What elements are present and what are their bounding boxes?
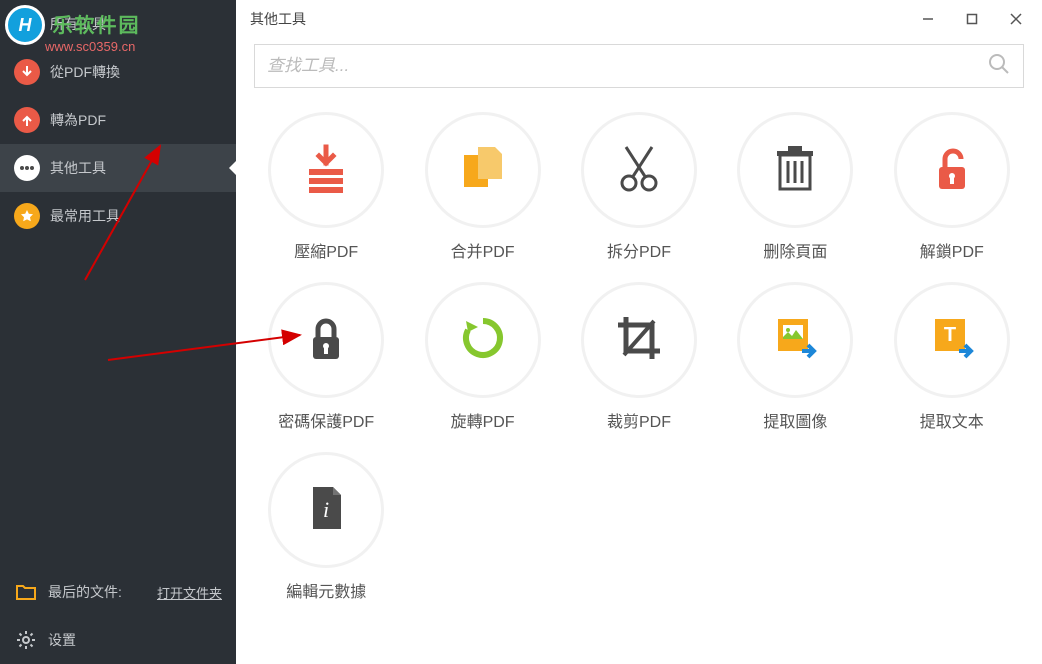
sidebar: H 乐软件园 www.sc0359.cn 所有工具 從PDF轉換 轉為PDF — [0, 0, 236, 664]
scissors-icon — [612, 141, 666, 200]
tool-label: 旋轉PDF — [451, 408, 515, 432]
tool-label: 裁剪PDF — [607, 408, 671, 432]
merge-icon — [456, 141, 510, 200]
sidebar-item-label: 從PDF轉換 — [50, 62, 120, 82]
tool-label: 合并PDF — [451, 238, 515, 262]
tool-label: 解鎖PDF — [920, 238, 984, 262]
open-folder-link[interactable]: 打开文件夹 — [157, 583, 222, 602]
tool-edit-metadata[interactable]: i 編輯元數據 — [248, 446, 404, 616]
sidebar-item-from-pdf[interactable]: 從PDF轉換 — [0, 48, 236, 96]
tool-rotate-pdf[interactable]: 旋轉PDF — [404, 276, 560, 446]
folder-icon — [14, 580, 38, 604]
close-button[interactable] — [994, 0, 1038, 38]
sidebar-item-to-pdf[interactable]: 轉為PDF — [0, 96, 236, 144]
sidebar-item-label: 所有工具 — [50, 14, 106, 34]
sidebar-item-other-tools[interactable]: 其他工具 — [0, 144, 236, 192]
compress-icon — [299, 141, 353, 200]
search-icon[interactable] — [987, 52, 1011, 81]
search-input[interactable] — [267, 56, 987, 76]
lock-icon — [299, 311, 353, 370]
search-box[interactable] — [254, 44, 1024, 88]
titlebar: 其他工具 — [236, 0, 1042, 38]
sidebar-item-label: 最常用工具 — [50, 206, 120, 226]
tool-label: 提取圖像 — [763, 408, 827, 432]
tool-extract-text[interactable]: T 提取文本 — [874, 276, 1030, 446]
gear-icon — [14, 628, 38, 652]
tool-unlock-pdf[interactable]: 解鎖PDF — [874, 106, 1030, 276]
tool-delete-pages[interactable]: 删除頁面 — [717, 106, 873, 276]
sidebar-last-files[interactable]: 最后的文件: 打开文件夹 — [0, 568, 236, 616]
trash-icon — [768, 141, 822, 200]
svg-text:T: T — [944, 324, 956, 346]
grid-icon — [14, 11, 40, 37]
last-files-label: 最后的文件: — [48, 582, 122, 602]
sidebar-settings[interactable]: 设置 — [0, 616, 236, 664]
ellipsis-icon — [14, 155, 40, 181]
tool-label: 拆分PDF — [607, 238, 671, 262]
rotate-icon — [456, 311, 510, 370]
star-icon — [14, 203, 40, 229]
metadata-icon: i — [299, 481, 353, 540]
tool-crop-pdf[interactable]: 裁剪PDF — [561, 276, 717, 446]
tool-label: 壓縮PDF — [294, 238, 358, 262]
crop-icon — [612, 311, 666, 370]
extract-text-icon: T — [925, 311, 979, 370]
svg-text:i: i — [323, 497, 329, 522]
maximize-button[interactable] — [950, 0, 994, 38]
page-title: 其他工具 — [250, 9, 306, 29]
sidebar-item-all-tools[interactable]: 所有工具 — [0, 0, 236, 48]
tool-extract-images[interactable]: 提取圖像 — [717, 276, 873, 446]
tool-compress-pdf[interactable]: 壓縮PDF — [248, 106, 404, 276]
tool-protect-pdf[interactable]: 密碼保護PDF — [248, 276, 404, 446]
arrow-down-icon — [14, 59, 40, 85]
tool-label: 編輯元數據 — [286, 578, 366, 602]
tool-label: 删除頁面 — [763, 238, 827, 262]
extract-image-icon — [768, 311, 822, 370]
main-panel: 其他工具 壓縮PDF — [236, 0, 1042, 664]
tool-grid: 壓縮PDF 合并PDF 拆分PDF 删除頁面 — [236, 100, 1042, 664]
unlock-icon — [925, 141, 979, 200]
sidebar-item-label: 轉為PDF — [50, 110, 106, 130]
minimize-button[interactable] — [906, 0, 950, 38]
tool-label: 密碼保護PDF — [278, 408, 374, 432]
tool-split-pdf[interactable]: 拆分PDF — [561, 106, 717, 276]
sidebar-item-most-used[interactable]: 最常用工具 — [0, 192, 236, 240]
tool-merge-pdf[interactable]: 合并PDF — [404, 106, 560, 276]
settings-label: 设置 — [48, 630, 76, 650]
tool-label: 提取文本 — [920, 408, 984, 432]
sidebar-item-label: 其他工具 — [50, 158, 106, 178]
arrow-up-icon — [14, 107, 40, 133]
